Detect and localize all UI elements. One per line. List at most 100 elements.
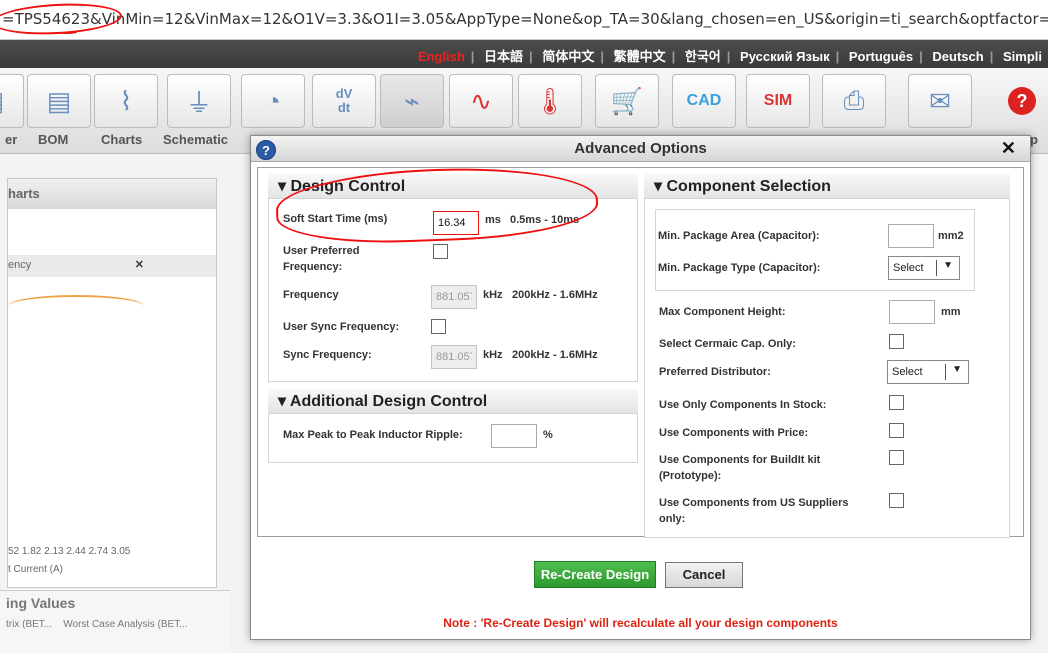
frequency-unit: kHz	[483, 289, 503, 301]
charts-panel-header: harts	[8, 179, 216, 209]
us-suppliers-label: Use Components from US Suppliers only:	[659, 497, 849, 525]
envelope-icon: ✉	[929, 85, 951, 116]
printer-icon: ⎙	[843, 85, 865, 115]
cart-icon: 🛒	[610, 85, 644, 116]
with-price-checkbox[interactable]	[889, 423, 904, 438]
min-pkg-type-select[interactable]: Select ▼	[888, 256, 960, 280]
dropdown-arrow-icon: ▼	[952, 364, 962, 375]
min-pkg-area-input[interactable]	[888, 224, 934, 248]
with-price-label: Use Components with Price:	[659, 427, 809, 439]
toolbar-help-button[interactable]: ?	[990, 74, 1048, 128]
buildit-label: Use Components for BuildIt kit (Prototyp…	[659, 454, 821, 482]
lang-portuguese[interactable]: Português	[843, 49, 919, 64]
help-icon[interactable]: ?	[256, 140, 276, 160]
in-stock-label: Use Only Components In Stock:	[659, 399, 827, 411]
toolbar-tool-partial[interactable]: ▦	[0, 74, 24, 128]
min-pkg-type-label: Min. Package Type (Capacitor):	[658, 262, 821, 274]
lang-chinese-simplified[interactable]: 简体中文	[536, 49, 600, 64]
lang-english[interactable]: English	[412, 49, 471, 64]
toolbar-schematic-button[interactable]: ⏚	[167, 74, 231, 128]
toolbar-thermal-button[interactable]: 🌡	[518, 74, 582, 128]
distributor-select[interactable]: Select ▼	[887, 360, 969, 384]
schematic-icon: ⏚	[185, 87, 212, 118]
operating-values-header: ing Values	[6, 595, 76, 611]
dialog-body: ▾ Design Control Soft Start Time (ms) ms…	[257, 163, 1024, 538]
user-sync-checkbox[interactable]	[431, 319, 446, 334]
user-pref-freq-label: User Preferred Frequency:	[283, 245, 360, 273]
charts-panel: harts ency ✕ 52 1.82 2.13 2.44 2.74 3.05…	[7, 178, 217, 588]
toolbar-bom-button[interactable]: ▤	[27, 74, 91, 128]
lang-russian[interactable]: Русский Язык	[734, 49, 836, 64]
us-suppliers-checkbox[interactable]	[889, 493, 904, 508]
toolbar-label-charts: Charts	[101, 132, 143, 147]
red-annotation-underline	[55, 31, 77, 34]
recreate-note: Note : 'Re-Create Design' will recalcula…	[443, 616, 838, 630]
language-bar: English | 日本語 | 简体中文 | 繁體中文 | 한국어 | Русский Я…	[0, 40, 1048, 68]
lang-simplified-more[interactable]: Simpli	[997, 49, 1048, 64]
buildit-checkbox[interactable]	[889, 450, 904, 465]
dropdown-arrow-icon: ▼	[943, 260, 953, 271]
toolbar-label-bom: BOM	[38, 132, 69, 147]
toolbar-sim-button[interactable]: SIM	[746, 74, 810, 128]
operating-values-panel: ing Values trix (BET... Worst Case Analy…	[0, 590, 230, 653]
chart-close-icon[interactable]: ✕	[135, 258, 144, 271]
toolbar-label-help: p	[1030, 132, 1038, 147]
user-pref-freq-checkbox[interactable]	[433, 244, 448, 259]
dvdt-icon: dV dt	[335, 86, 353, 115]
efficiency-curve	[8, 295, 144, 317]
frequency-label: Frequency	[283, 289, 339, 301]
toolbar-charts-button[interactable]: ⌇	[94, 74, 158, 128]
cancel-button[interactable]: Cancel	[665, 562, 743, 588]
tab-matrix[interactable]: trix (BET...	[6, 619, 52, 630]
min-pkg-area-label: Min. Package Area (Capacitor):	[658, 230, 820, 242]
toolbar-dvdt-button[interactable]: dV dt	[312, 74, 376, 128]
help-icon: ?	[1008, 87, 1036, 115]
sync-freq-unit: kHz	[483, 349, 503, 361]
lang-chinese-traditional[interactable]: 繁體中文	[608, 49, 672, 64]
toolbar-waveform-button[interactable]: ∿	[449, 74, 513, 128]
component-selection-section: ▾ Component Selection Min. Package Area …	[644, 174, 1010, 538]
tab-worst-case[interactable]: Worst Case Analysis (BET...	[63, 619, 187, 630]
max-height-label: Max Component Height:	[659, 306, 786, 318]
max-height-input[interactable]	[889, 300, 935, 324]
additional-control-section: ▾ Additional Design Control Max Peak to …	[268, 389, 638, 463]
sync-freq-input[interactable]	[431, 345, 477, 369]
toolbar-cad-button[interactable]: CAD	[672, 74, 736, 128]
lang-japanese[interactable]: 日本語	[478, 49, 529, 64]
chart-subheader: ency ✕	[8, 255, 216, 277]
triangle-down-icon: ▾	[278, 178, 287, 195]
chart-icon: ⌇	[119, 85, 133, 116]
url-text: =TPS54623&VinMin=12&VinMax=12&O1V=3.3&O1…	[2, 10, 1048, 28]
toolbar-circuit-button[interactable]: ⌁	[380, 74, 444, 128]
frequency-range: 200kHz - 1.6MHz	[512, 289, 598, 301]
close-icon[interactable]: ✕	[1001, 138, 1016, 159]
in-stock-checkbox[interactable]	[889, 395, 904, 410]
toolbar-share-button[interactable]: ✉	[908, 74, 972, 128]
ceramic-only-label: Select Cermaic Cap. Only:	[659, 338, 796, 350]
dialog-titlebar: ? Advanced Options ✕	[251, 136, 1030, 162]
recreate-design-button[interactable]: Re-Create Design	[534, 561, 656, 588]
cad-icon: CAD	[686, 92, 722, 109]
toolbar-print-button[interactable]: ⎙	[822, 74, 886, 128]
additional-control-box: Max Peak to Peak Inductor Ripple: %	[268, 413, 638, 463]
component-selection-header[interactable]: ▾ Component Selection	[644, 174, 1010, 198]
thermometer-icon: 🌡	[533, 85, 567, 116]
operating-values-tabs: trix (BET... Worst Case Analysis (BET...	[6, 619, 188, 630]
max-height-unit: mm	[941, 306, 961, 318]
lang-korean[interactable]: 한국어	[679, 49, 727, 64]
lang-german[interactable]: Deutsch	[926, 49, 989, 64]
ripple-unit: %	[543, 429, 553, 441]
grid-icon: ▦	[0, 86, 4, 117]
toolbar-gauge-button[interactable]: ◔	[241, 74, 305, 128]
toolbar-cart-button[interactable]: 🛒	[595, 74, 659, 128]
ripple-label: Max Peak to Peak Inductor Ripple:	[283, 429, 463, 441]
url-bar[interactable]: =TPS54623&VinMin=12&VinMax=12&O1V=3.3&O1…	[0, 0, 1048, 40]
min-pkg-area-unit: mm2	[938, 230, 964, 242]
sync-freq-label: Sync Frequency:	[283, 349, 372, 361]
additional-control-header[interactable]: ▾ Additional Design Control	[268, 389, 638, 413]
ceramic-only-checkbox[interactable]	[889, 334, 904, 349]
advanced-options-dialog: ? Advanced Options ✕ ▾ Design Control So…	[250, 135, 1031, 640]
frequency-input[interactable]	[431, 285, 477, 309]
triangle-down-icon: ▾	[278, 393, 287, 410]
ripple-input[interactable]	[491, 424, 537, 448]
